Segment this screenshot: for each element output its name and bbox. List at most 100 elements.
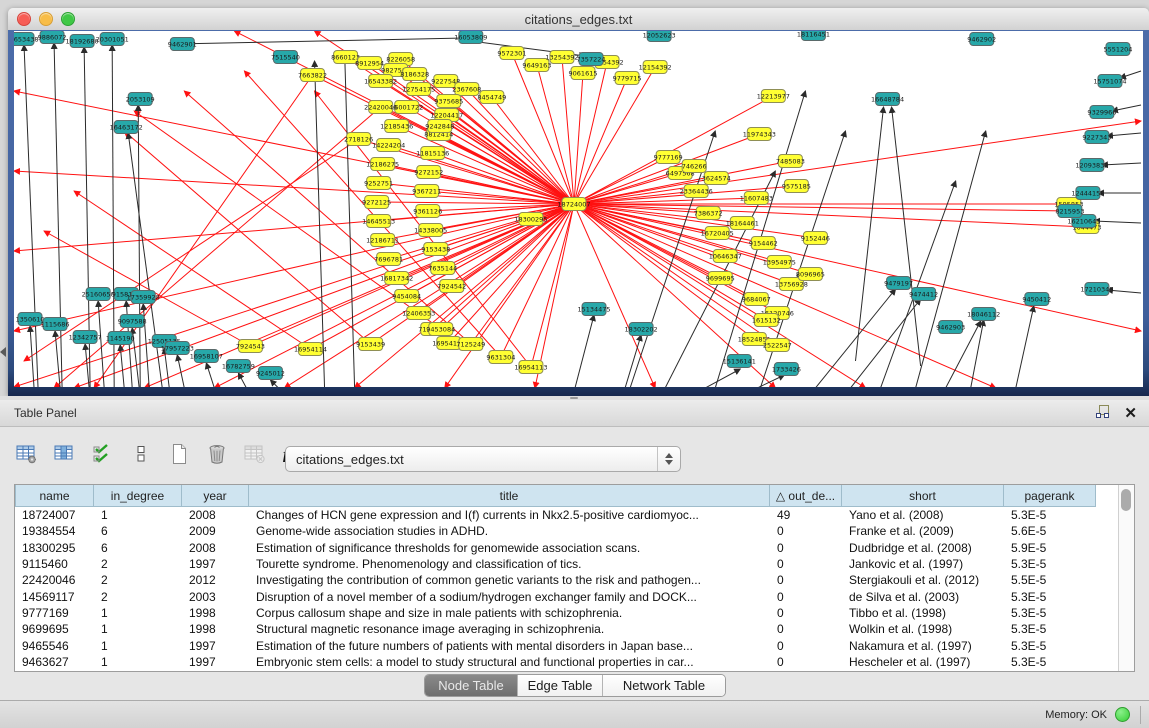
graph-node[interactable]: 7696781: [374, 253, 403, 266]
table-row[interactable]: 911546021997Tourette syndrome. Phenomeno…: [15, 556, 1119, 572]
tab-edge-table[interactable]: Edge Table: [518, 675, 603, 696]
graph-node[interactable]: 7924543: [236, 340, 265, 353]
graph-node[interactable]: 15751074: [1093, 75, 1126, 88]
column-header-title[interactable]: title: [249, 485, 770, 507]
column-header-year[interactable]: year: [182, 485, 249, 507]
graph-node[interactable]: 9462901: [168, 38, 197, 51]
graph-node[interactable]: 13954975: [763, 256, 796, 269]
graph-node[interactable]: 18116451: [797, 31, 830, 41]
graph-node[interactable]: 1115686: [41, 318, 70, 331]
graph-node[interactable]: 9097588: [118, 315, 147, 328]
graph-node[interactable]: 18302202: [625, 323, 658, 336]
scrollbar-thumb[interactable]: [1121, 489, 1131, 511]
graph-node[interactable]: 746266: [682, 160, 707, 173]
graph-node[interactable]: 16653438: [14, 33, 39, 46]
graph-node[interactable]: 13254392: [545, 51, 578, 64]
graph-node[interactable]: 15136141: [723, 355, 756, 368]
graph-node[interactable]: 9454084: [392, 290, 421, 303]
graph-node[interactable]: 12052623: [643, 31, 676, 42]
graph-node[interactable]: 1615132: [752, 314, 781, 327]
graph-node[interactable]: 9474412: [909, 288, 938, 301]
graph-node[interactable]: 12154392: [639, 61, 672, 74]
graph-node[interactable]: 18192680: [66, 35, 99, 48]
graph-node[interactable]: 9152446: [801, 232, 830, 245]
delete-column-button[interactable]: [204, 443, 230, 469]
show-columns-button[interactable]: [52, 443, 78, 469]
graph-node[interactable]: 12444158: [1071, 187, 1104, 200]
graph-node[interactable]: 16958107: [190, 350, 223, 363]
graph-node[interactable]: 7357224: [577, 53, 606, 66]
graph-node[interactable]: 15134475: [577, 303, 610, 316]
graph-node[interactable]: 12186711: [366, 234, 399, 247]
graph-node[interactable]: 8186328: [400, 68, 429, 81]
graph-node[interactable]: 1145190: [106, 332, 135, 345]
graph-node[interactable]: 12213977: [757, 90, 790, 103]
graph-node[interactable]: 16782759: [222, 360, 255, 373]
graph-node[interactable]: 9272152: [414, 166, 443, 179]
graph-node[interactable]: 9227343: [1082, 131, 1111, 144]
graph-node[interactable]: 8096965: [796, 268, 825, 281]
graph-node[interactable]: 9361126: [413, 205, 442, 218]
graph-node[interactable]: 8912954: [355, 57, 384, 70]
graph-node[interactable]: 12185436: [380, 120, 413, 133]
graph-node[interactable]: 9245012: [256, 367, 285, 380]
graph-node[interactable]: 3624574: [702, 172, 731, 185]
table-row[interactable]: 946362711997Embryonic stem cells: a mode…: [15, 654, 1119, 670]
graph-node[interactable]: 9367211: [412, 185, 441, 198]
new-column-button[interactable]: [166, 443, 192, 469]
graph-node[interactable]: 16053809: [454, 31, 487, 44]
tab-network-table[interactable]: Network Table: [603, 675, 725, 696]
tab-node-table[interactable]: Node Table: [425, 675, 518, 696]
table-row[interactable]: 1830029562008Estimation of significance …: [15, 540, 1119, 556]
graph-node[interactable]: 7663822: [298, 69, 327, 82]
graph-node[interactable]: 16463172: [110, 121, 143, 134]
graph-node[interactable]: 9631304: [486, 351, 515, 364]
graph-node[interactable]: 9699695: [706, 272, 735, 285]
graph-node[interactable]: 8215953: [1055, 205, 1084, 218]
column-header-name[interactable]: name: [15, 485, 94, 507]
graph-node[interactable]: 9153438: [421, 243, 450, 256]
graph-node[interactable]: 9252751: [364, 177, 393, 190]
graph-node[interactable]: 9479197: [884, 277, 913, 290]
graph-node[interactable]: 17210345: [1080, 283, 1113, 296]
graph-node[interactable]: 12342757: [69, 331, 102, 344]
table-row[interactable]: 1456911722003Disruption of a novel membe…: [15, 588, 1119, 604]
graph-node[interactable]: 20301051: [96, 33, 129, 46]
graph-node[interactable]: 7485083: [776, 155, 805, 168]
network-canvas[interactable]: 1872400718300295127541751600172212185436…: [14, 31, 1143, 387]
graph-node[interactable]: 14645513: [362, 215, 395, 228]
table-row[interactable]: 946554611997Estimation of the future num…: [15, 637, 1119, 653]
graph-node[interactable]: 9462903: [936, 321, 965, 334]
graph-node[interactable]: 25160650: [82, 288, 115, 301]
graph-node[interactable]: 16817342: [380, 272, 413, 285]
table-row[interactable]: 2242004622012Investigating the contribut…: [15, 572, 1119, 588]
graph-node[interactable]: 7924542: [437, 280, 466, 293]
float-window-icon[interactable]: [1095, 404, 1110, 422]
table-row[interactable]: 1872400712008Changes of HCN gene express…: [15, 507, 1119, 523]
table-row[interactable]: 1938455462009Genome-wide association stu…: [15, 523, 1119, 539]
vertical-scrollbar[interactable]: [1118, 485, 1134, 671]
graph-node[interactable]: 1733426: [772, 363, 801, 376]
table-mode-button[interactable]: [14, 443, 40, 469]
graph-node[interactable]: 7125249: [456, 338, 485, 351]
graph-node[interactable]: 5551204: [1103, 43, 1132, 56]
graph-node[interactable]: 7386372: [694, 207, 723, 220]
graph-node[interactable]: 9242848: [425, 120, 454, 133]
graph-node[interactable]: 18300295: [514, 213, 547, 226]
graph-node[interactable]: 9375685: [434, 95, 463, 108]
panel-collapse-handle-icon[interactable]: [0, 347, 6, 357]
graph-node[interactable]: 11974343: [743, 128, 776, 141]
graph-node[interactable]: 9272125: [362, 196, 391, 209]
column-header-out_de[interactable]: △ out_de...: [770, 485, 842, 507]
window-titlebar[interactable]: citations_edges.txt: [8, 8, 1149, 31]
graph-node[interactable]: 23364436: [680, 185, 713, 198]
graph-node[interactable]: 18164461: [726, 217, 759, 230]
graph-node[interactable]: 9779715: [613, 72, 642, 85]
select-columns-button[interactable]: [90, 443, 116, 469]
graph-node[interactable]: 9153439: [356, 338, 385, 351]
row-options-button[interactable]: [128, 443, 154, 469]
graph-node[interactable]: 16648784: [871, 93, 904, 106]
graph-node[interactable]: 14338005: [414, 224, 447, 237]
graph-node[interactable]: 17359928: [127, 291, 160, 304]
graph-node[interactable]: 11815136: [416, 147, 449, 160]
